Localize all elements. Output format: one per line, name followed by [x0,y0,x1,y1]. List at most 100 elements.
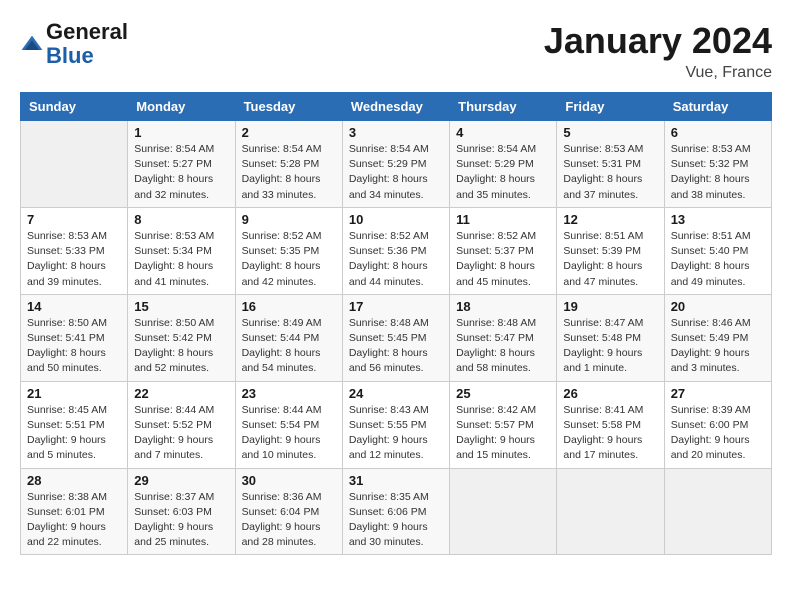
calendar-cell [21,121,128,208]
day-number: 26 [563,386,657,401]
day-number: 20 [671,299,765,314]
day-info: Sunrise: 8:51 AM Sunset: 5:40 PM Dayligh… [671,229,765,290]
column-header-sunday: Sunday [21,93,128,121]
day-number: 19 [563,299,657,314]
column-header-monday: Monday [128,93,235,121]
day-info: Sunrise: 8:52 AM Sunset: 5:37 PM Dayligh… [456,229,550,290]
column-header-wednesday: Wednesday [342,93,449,121]
day-info: Sunrise: 8:52 AM Sunset: 5:36 PM Dayligh… [349,229,443,290]
day-info: Sunrise: 8:48 AM Sunset: 5:45 PM Dayligh… [349,316,443,377]
logo-icon [20,34,44,54]
day-number: 27 [671,386,765,401]
column-header-thursday: Thursday [450,93,557,121]
calendar-cell: 9 Sunrise: 8:52 AM Sunset: 5:35 PM Daylig… [235,207,342,294]
day-number: 24 [349,386,443,401]
calendar-cell: 2Sunrise: 8:54 AM Sunset: 5:28 PM Daylig… [235,121,342,208]
day-number: 25 [456,386,550,401]
day-number: 1 [134,125,228,140]
day-info: Sunrise: 8:52 AM Sunset: 5:35 PM Dayligh… [242,229,336,290]
calendar-cell: 30 Sunrise: 8:36 AM Sunset: 6:04 PM Dayli… [235,468,342,555]
calendar-cell: 5 Sunrise: 8:53 AM Sunset: 5:31 PM Daylig… [557,121,664,208]
day-info: Sunrise: 8:43 AM Sunset: 5:55 PM Dayligh… [349,403,443,464]
calendar-cell [557,468,664,555]
day-number: 29 [134,473,228,488]
day-number: 15 [134,299,228,314]
column-header-tuesday: Tuesday [235,93,342,121]
day-number: 22 [134,386,228,401]
calendar-cell: 17 Sunrise: 8:48 AM Sunset: 5:45 PM Dayli… [342,294,449,381]
day-number: 28 [27,473,121,488]
calendar-cell: 10Sunrise: 8:52 AM Sunset: 5:36 PM Dayli… [342,207,449,294]
column-header-friday: Friday [557,93,664,121]
day-info: Sunrise: 8:53 AM Sunset: 5:31 PM Dayligh… [563,142,657,203]
calendar-table: SundayMondayTuesdayWednesdayThursdayFrid… [20,92,772,555]
calendar-week-row: 28 Sunrise: 8:38 AM Sunset: 6:01 PM Dayli… [21,468,772,555]
calendar-cell: 12 Sunrise: 8:51 AM Sunset: 5:39 PM Dayli… [557,207,664,294]
day-info: Sunrise: 8:42 AM Sunset: 5:57 PM Dayligh… [456,403,550,464]
day-info: Sunrise: 8:48 AM Sunset: 5:47 PM Dayligh… [456,316,550,377]
day-info: Sunrise: 8:45 AM Sunset: 5:51 PM Dayligh… [27,403,121,464]
day-info: Sunrise: 8:46 AM Sunset: 5:49 PM Dayligh… [671,316,765,377]
day-number: 16 [242,299,336,314]
location: Vue, France [544,64,772,82]
page-header: General Blue January 2024 Vue, France [20,20,772,82]
calendar-cell: 3Sunrise: 8:54 AM Sunset: 5:29 PM Daylig… [342,121,449,208]
day-number: 17 [349,299,443,314]
calendar-week-row: 14Sunrise: 8:50 AM Sunset: 5:41 PM Dayli… [21,294,772,381]
calendar-cell: 14Sunrise: 8:50 AM Sunset: 5:41 PM Dayli… [21,294,128,381]
day-info: Sunrise: 8:35 AM Sunset: 6:06 PM Dayligh… [349,490,443,551]
day-info: Sunrise: 8:36 AM Sunset: 6:04 PM Dayligh… [242,490,336,551]
calendar-cell: 23 Sunrise: 8:44 AM Sunset: 5:54 PM Dayli… [235,381,342,468]
calendar-cell: 24 Sunrise: 8:43 AM Sunset: 5:55 PM Dayli… [342,381,449,468]
day-number: 13 [671,212,765,227]
calendar-cell: 8 Sunrise: 8:53 AM Sunset: 5:34 PM Daylig… [128,207,235,294]
logo-line2: Blue [46,43,94,68]
calendar-cell: 25 Sunrise: 8:42 AM Sunset: 5:57 PM Dayli… [450,381,557,468]
calendar-cell: 4Sunrise: 8:54 AM Sunset: 5:29 PM Daylig… [450,121,557,208]
calendar-cell: 1Sunrise: 8:54 AM Sunset: 5:27 PM Daylig… [128,121,235,208]
day-number: 21 [27,386,121,401]
day-number: 31 [349,473,443,488]
day-number: 8 [134,212,228,227]
calendar-cell: 20 Sunrise: 8:46 AM Sunset: 5:49 PM Dayli… [664,294,771,381]
calendar-header-row: SundayMondayTuesdayWednesdayThursdayFrid… [21,93,772,121]
day-info: Sunrise: 8:53 AM Sunset: 5:32 PM Dayligh… [671,142,765,203]
day-info: Sunrise: 8:54 AM Sunset: 5:29 PM Dayligh… [456,142,550,203]
calendar-cell: 29Sunrise: 8:37 AM Sunset: 6:03 PM Dayli… [128,468,235,555]
day-number: 14 [27,299,121,314]
day-number: 18 [456,299,550,314]
day-number: 11 [456,212,550,227]
day-number: 9 [242,212,336,227]
calendar-cell: 27 Sunrise: 8:39 AM Sunset: 6:00 PM Dayli… [664,381,771,468]
day-number: 12 [563,212,657,227]
day-info: Sunrise: 8:38 AM Sunset: 6:01 PM Dayligh… [27,490,121,551]
calendar-cell: 21 Sunrise: 8:45 AM Sunset: 5:51 PM Dayli… [21,381,128,468]
logo-text: General Blue [46,20,128,68]
day-info: Sunrise: 8:41 AM Sunset: 5:58 PM Dayligh… [563,403,657,464]
day-info: Sunrise: 8:53 AM Sunset: 5:33 PM Dayligh… [27,229,121,290]
column-header-saturday: Saturday [664,93,771,121]
title-block: January 2024 Vue, France [544,20,772,82]
logo-line1: General [46,19,128,44]
day-number: 23 [242,386,336,401]
calendar-cell: 28 Sunrise: 8:38 AM Sunset: 6:01 PM Dayli… [21,468,128,555]
calendar-cell: 11 Sunrise: 8:52 AM Sunset: 5:37 PM Dayli… [450,207,557,294]
calendar-week-row: 7Sunrise: 8:53 AM Sunset: 5:33 PM Daylig… [21,207,772,294]
day-info: Sunrise: 8:44 AM Sunset: 5:52 PM Dayligh… [134,403,228,464]
day-info: Sunrise: 8:49 AM Sunset: 5:44 PM Dayligh… [242,316,336,377]
day-info: Sunrise: 8:51 AM Sunset: 5:39 PM Dayligh… [563,229,657,290]
calendar-cell: 6 Sunrise: 8:53 AM Sunset: 5:32 PM Daylig… [664,121,771,208]
day-number: 6 [671,125,765,140]
month-title: January 2024 [544,20,772,62]
calendar-cell: 31 Sunrise: 8:35 AM Sunset: 6:06 PM Dayli… [342,468,449,555]
day-info: Sunrise: 8:53 AM Sunset: 5:34 PM Dayligh… [134,229,228,290]
day-info: Sunrise: 8:50 AM Sunset: 5:42 PM Dayligh… [134,316,228,377]
day-number: 5 [563,125,657,140]
day-info: Sunrise: 8:54 AM Sunset: 5:29 PM Dayligh… [349,142,443,203]
day-number: 30 [242,473,336,488]
day-info: Sunrise: 8:39 AM Sunset: 6:00 PM Dayligh… [671,403,765,464]
calendar-cell: 22 Sunrise: 8:44 AM Sunset: 5:52 PM Dayli… [128,381,235,468]
day-info: Sunrise: 8:44 AM Sunset: 5:54 PM Dayligh… [242,403,336,464]
calendar-cell: 26 Sunrise: 8:41 AM Sunset: 5:58 PM Dayli… [557,381,664,468]
day-info: Sunrise: 8:54 AM Sunset: 5:28 PM Dayligh… [242,142,336,203]
